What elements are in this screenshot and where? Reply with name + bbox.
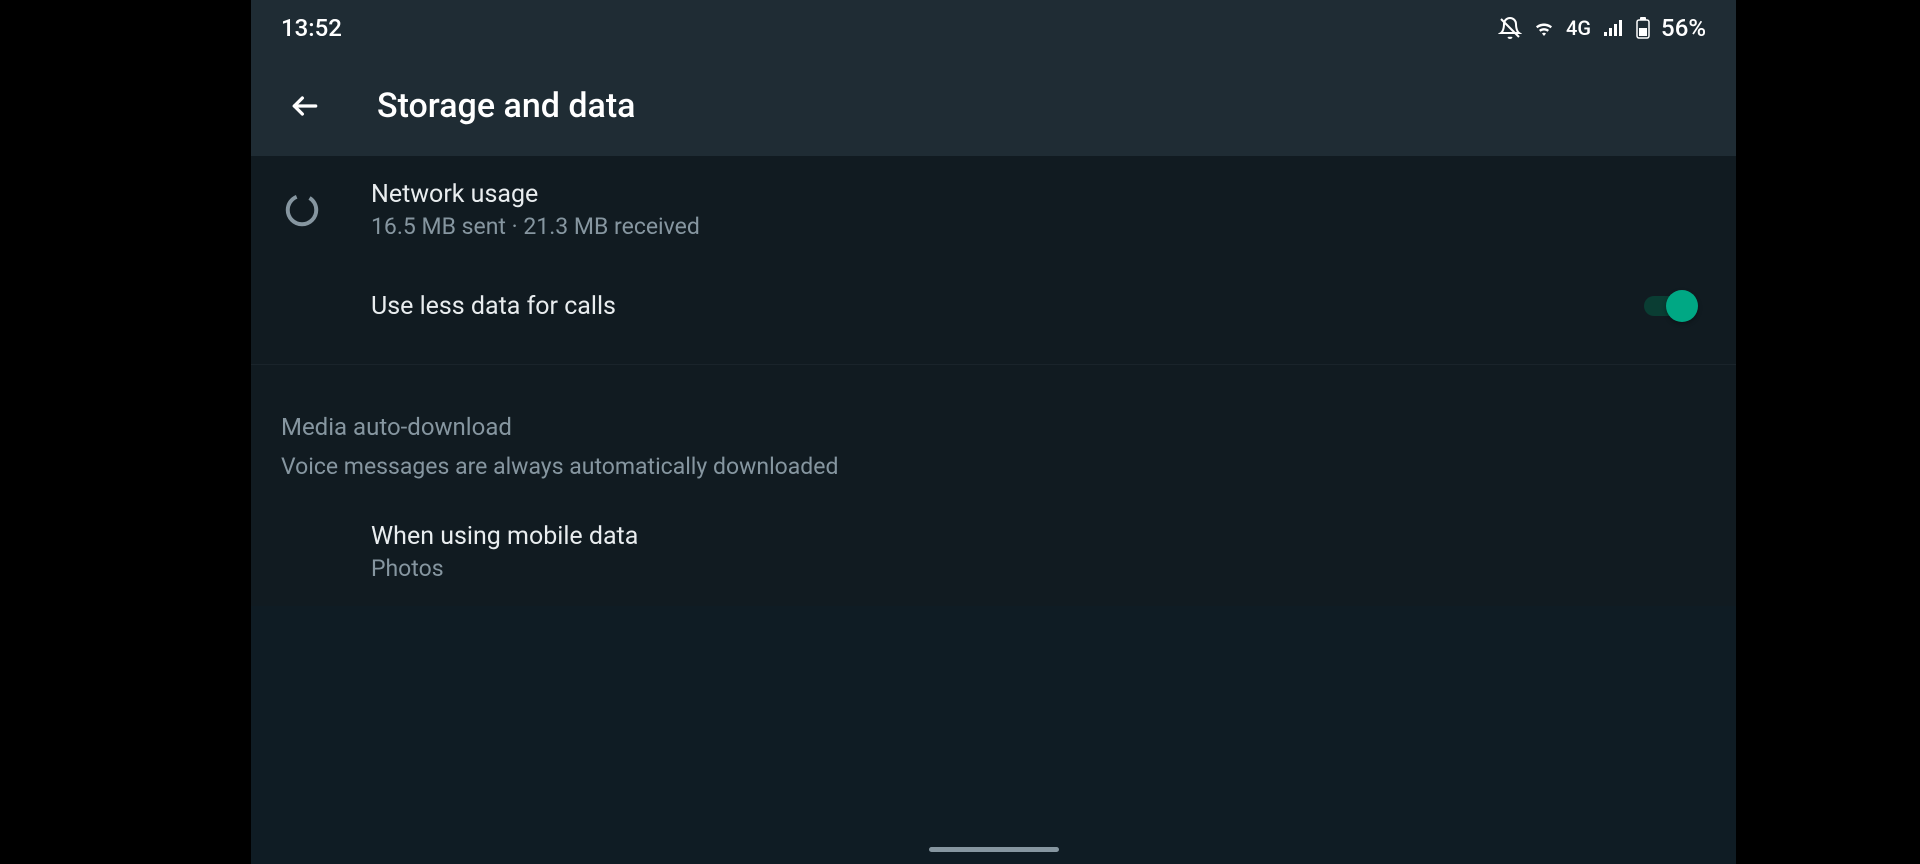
nav-handle[interactable]: [929, 847, 1059, 852]
mobile-data-title: When using mobile data: [371, 522, 1706, 551]
mobile-data-text: When using mobile data Photos: [371, 522, 1706, 582]
status-right: 4G 56%: [1498, 14, 1706, 42]
mobile-data-item[interactable]: When using mobile data Photos: [251, 490, 1736, 606]
signal-icon: [1601, 16, 1625, 40]
status-time: 13:52: [281, 14, 342, 42]
phone-screen: 13:52 4G: [251, 0, 1736, 864]
app-bar: Storage and data: [251, 56, 1736, 156]
media-section-header: Media auto-download Voice messages are a…: [251, 365, 1736, 490]
network-usage-title: Network usage: [371, 180, 1706, 209]
content-area: Network usage 16.5 MB sent · 21.3 MB rec…: [251, 156, 1736, 606]
notifications-off-icon: [1498, 16, 1522, 40]
wifi-icon: [1532, 16, 1556, 40]
data-usage-icon: [281, 189, 323, 231]
network-type: 4G: [1566, 16, 1591, 40]
battery-icon: [1635, 16, 1651, 40]
media-section-subtitle: Voice messages are always automatically …: [281, 453, 1706, 480]
use-less-data-control: [1640, 288, 1698, 324]
back-button[interactable]: [281, 82, 329, 130]
network-usage-item[interactable]: Network usage 16.5 MB sent · 21.3 MB rec…: [251, 156, 1736, 264]
page-title: Storage and data: [377, 86, 636, 126]
use-less-data-toggle[interactable]: [1640, 288, 1698, 324]
media-section-title: Media auto-download: [281, 413, 1706, 441]
mobile-data-subtitle: Photos: [371, 555, 1706, 582]
battery-percent: 56%: [1661, 14, 1706, 42]
toggle-thumb: [1666, 290, 1698, 322]
use-less-data-text: Use less data for calls: [371, 292, 1592, 321]
status-bar: 13:52 4G: [251, 0, 1736, 56]
network-usage-text: Network usage 16.5 MB sent · 21.3 MB rec…: [371, 180, 1706, 240]
use-less-data-item[interactable]: Use less data for calls: [251, 264, 1736, 348]
use-less-data-title: Use less data for calls: [371, 292, 1592, 321]
network-usage-subtitle: 16.5 MB sent · 21.3 MB received: [371, 213, 1706, 240]
